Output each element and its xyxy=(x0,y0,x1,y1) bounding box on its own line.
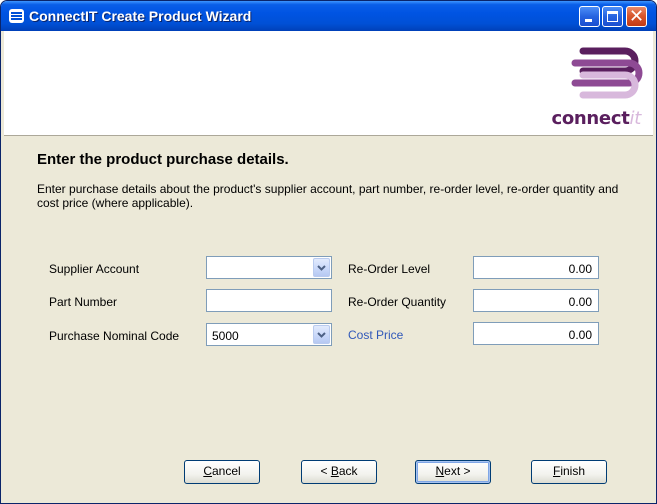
reorder-level-input[interactable]: 0.00 xyxy=(473,256,599,279)
reorder-level-value: 0.00 xyxy=(568,262,592,276)
cancel-button[interactable]: Cancel xyxy=(184,460,260,484)
title-bar[interactable]: ConnectIT Create Product Wizard ✕ xyxy=(1,1,656,31)
wizard-banner: connectit xyxy=(4,31,653,136)
supplier-account-label: Supplier Account xyxy=(49,262,140,276)
finish-button[interactable]: Finish xyxy=(531,460,607,484)
back-label-prefix: < xyxy=(320,464,331,478)
wizard-window: ConnectIT Create Product Wizard ✕ connec… xyxy=(0,0,657,504)
supplier-account-dropdown-button[interactable] xyxy=(313,258,330,277)
page-heading: Enter the product purchase details. xyxy=(37,151,289,168)
app-icon xyxy=(9,9,24,23)
cost-price-label: Cost Price xyxy=(348,328,404,342)
cost-price-value: 0.00 xyxy=(568,328,592,342)
cost-price-input[interactable]: 0.00 xyxy=(473,322,599,345)
supplier-account-select[interactable] xyxy=(206,256,332,279)
purchase-nominal-code-label: Purchase Nominal Code xyxy=(49,329,180,343)
cancel-accel: C xyxy=(203,464,212,478)
page-description: Enter purchase details about the product… xyxy=(37,182,619,210)
next-button[interactable]: Next > xyxy=(415,460,491,484)
logo-wordmark: connectit xyxy=(551,108,641,129)
chevron-down-icon xyxy=(317,332,326,338)
next-accel: N xyxy=(435,464,445,478)
purchase-nominal-code-select[interactable]: 5000 xyxy=(206,323,332,346)
part-number-input[interactable] xyxy=(206,289,332,312)
minimize-button[interactable] xyxy=(579,6,600,27)
close-button[interactable]: ✕ xyxy=(626,6,647,27)
reorder-level-label: Re-Order Level xyxy=(348,262,431,276)
cancel-label-rest: ancel xyxy=(211,464,241,478)
maximize-icon xyxy=(607,11,618,22)
logo-text-main: connect xyxy=(551,108,630,129)
part-number-label: Part Number xyxy=(49,295,118,309)
reorder-quantity-label: Re-Order Quantity xyxy=(348,295,447,309)
purchase-nominal-code-value: 5000 xyxy=(212,329,239,343)
next-label-rest: ext > xyxy=(444,464,471,478)
finish-label-rest: inish xyxy=(560,464,586,478)
purchase-nominal-code-dropdown-button[interactable] xyxy=(313,325,330,344)
chevron-down-icon xyxy=(317,265,326,271)
reorder-quantity-input[interactable]: 0.00 xyxy=(473,289,599,312)
window-title: ConnectIT Create Product Wizard xyxy=(29,8,252,24)
maximize-button[interactable] xyxy=(602,6,623,27)
minimize-icon xyxy=(585,19,592,22)
back-button[interactable]: < Back xyxy=(301,460,377,484)
reorder-quantity-value: 0.00 xyxy=(568,295,592,309)
close-icon: ✕ xyxy=(628,6,645,27)
logo-text-suffix: it xyxy=(629,108,642,129)
back-accel: B xyxy=(330,464,339,478)
back-label-rest: ack xyxy=(338,464,358,478)
